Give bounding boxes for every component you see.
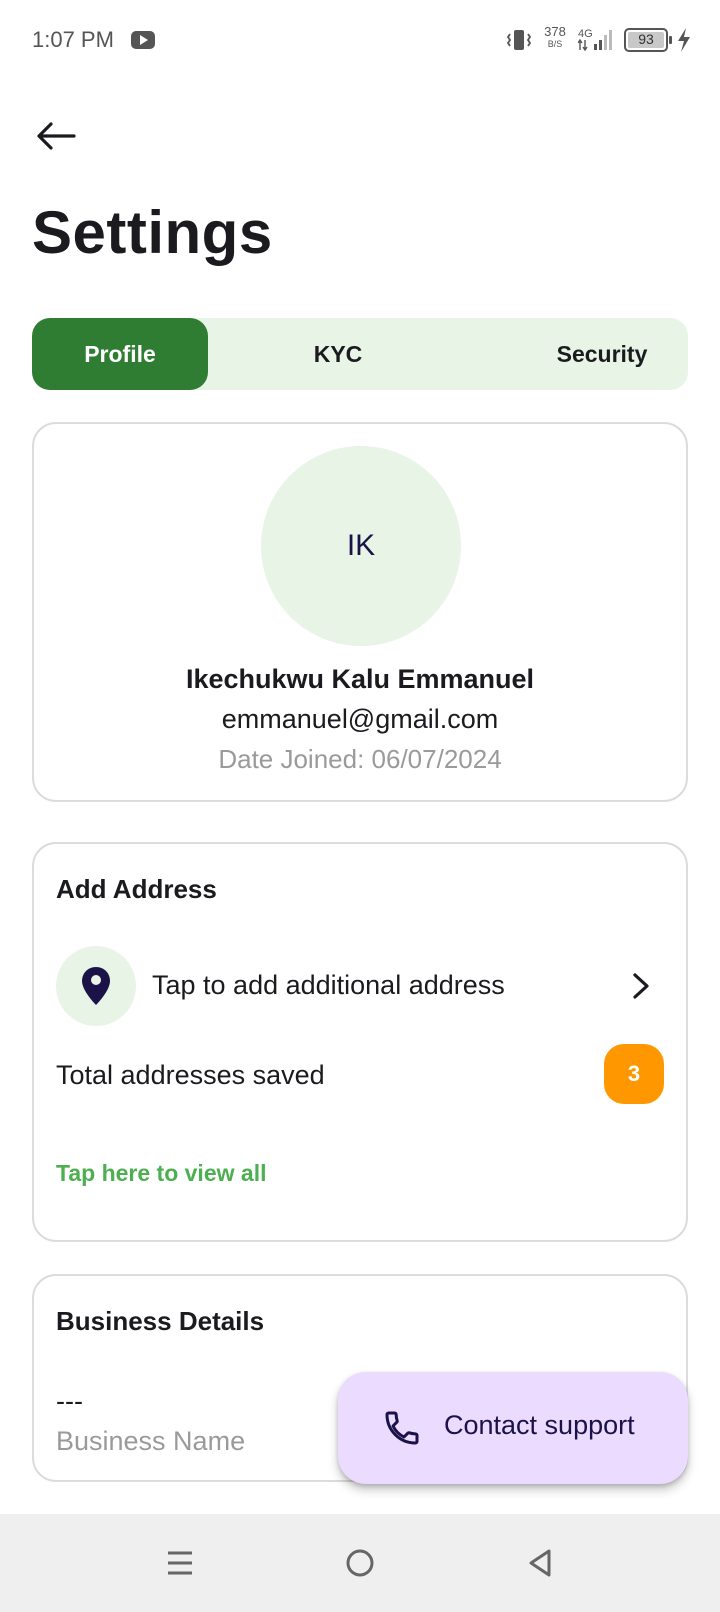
chevron-right-icon: [633, 973, 649, 999]
avatar[interactable]: IK: [261, 446, 461, 646]
contact-support-button[interactable]: Contact support: [338, 1372, 688, 1484]
location-pin-icon: [82, 967, 110, 1005]
status-time: 1:07 PM: [32, 27, 114, 52]
system-navigation-bar: [0, 1514, 720, 1612]
status-bar: 1:07 PM 378 B/S 4G 93: [0, 0, 720, 80]
add-address-row[interactable]: Tap to add additional address: [56, 946, 666, 1026]
view-all-addresses-link[interactable]: Tap here to view all: [56, 1160, 266, 1187]
profile-name: Ikechukwu Kalu Emmanuel: [185, 664, 535, 694]
address-count-badge: 3: [604, 1044, 664, 1104]
system-back-button[interactable]: [515, 1538, 565, 1588]
network-speed-value: 378: [544, 24, 566, 39]
charging-icon: [678, 28, 690, 52]
network-type-label: 4G: [578, 28, 593, 40]
phone-icon: [385, 1411, 419, 1445]
youtube-notification-icon: [131, 31, 155, 49]
network-speed-unit: B/S: [547, 39, 563, 49]
tab-security[interactable]: Security: [532, 318, 672, 390]
business-card-title: Business Details: [56, 1306, 265, 1336]
battery-level: 93: [638, 31, 654, 47]
page-title: Settings: [32, 199, 273, 266]
contact-support-label: Contact support: [444, 1410, 635, 1440]
add-address-label: Tap to add additional address: [152, 970, 505, 1000]
profile-email: emmanuel@gmail.com: [221, 704, 499, 734]
address-card: Add Address Tap to add additional addres…: [32, 842, 688, 1242]
back-triangle-icon: [529, 1549, 551, 1577]
home-button[interactable]: [335, 1538, 385, 1588]
recent-apps-button[interactable]: [155, 1538, 205, 1588]
menu-icon: [168, 1551, 192, 1575]
arrow-left-icon: [37, 122, 76, 150]
network-speed: 378 B/S: [542, 25, 568, 49]
total-addresses-label: Total addresses saved: [56, 1060, 325, 1090]
tab-kyc[interactable]: KYC: [278, 318, 398, 390]
business-name-label: Business Name: [56, 1426, 246, 1456]
pin-icon-container: [56, 946, 136, 1026]
address-card-title: Add Address: [56, 874, 217, 904]
home-circle-icon: [346, 1549, 374, 1577]
date-joined: Date Joined: 06/07/2024: [218, 744, 502, 774]
battery-icon: 93: [624, 28, 672, 52]
signal-icon: 4G: [578, 28, 612, 52]
business-name-value: ---: [56, 1386, 83, 1416]
settings-tabs: Profile KYC Security: [32, 318, 688, 390]
tab-profile[interactable]: Profile: [32, 318, 208, 390]
avatar-initials: IK: [346, 529, 376, 562]
vibrate-icon: [506, 30, 532, 50]
back-button[interactable]: [28, 112, 84, 160]
profile-card: IK Ikechukwu Kalu Emmanuel emmanuel@gmai…: [32, 422, 688, 802]
